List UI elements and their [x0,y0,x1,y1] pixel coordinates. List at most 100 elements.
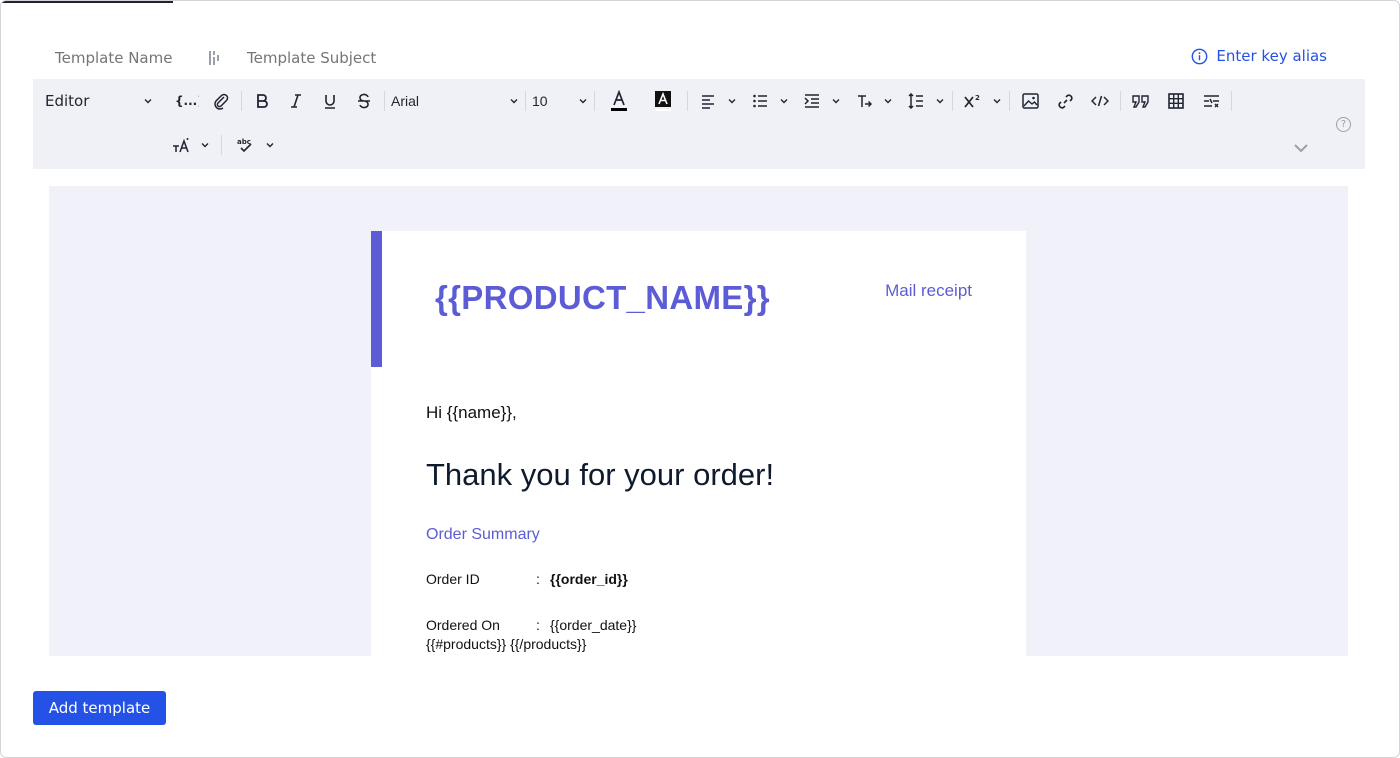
list-dropdown[interactable] [778,95,790,107]
template-name-input[interactable] [55,49,205,67]
chevron-down-icon [201,143,209,148]
spellcheck-button[interactable]: abc [232,131,260,159]
attachment-icon [214,93,229,110]
merge-field-icon: {...} [175,94,199,108]
text-color-button[interactable] [601,87,637,115]
background-color-button[interactable] [645,87,681,115]
toolbar-divider [1120,91,1121,111]
image-icon [1021,93,1039,109]
font-size-value: 10 [532,93,548,109]
align-icon [702,95,714,109]
clear-format-icon [1203,95,1219,108]
italic-button[interactable] [282,87,310,115]
spellcheck-icon: abc [237,138,252,153]
font-family-select[interactable]: Arial [391,93,519,109]
help-glyph: ? [1340,119,1347,130]
chevron-down-icon [266,143,274,148]
bullet-list-icon [753,94,767,108]
toolbar-divider [594,91,595,111]
editor-canvas[interactable]: {{PRODUCT_NAME}} Mail receipt Hi {{name}… [49,186,1348,656]
clear-format-button[interactable] [1197,87,1225,115]
underline-button[interactable] [316,87,344,115]
order-summary-title: Order Summary [426,526,540,543]
strikethrough-button[interactable] [350,87,378,115]
svg-text:abc: abc [237,138,251,146]
editor-toolbar: Editor {...} [33,79,1365,169]
email-preview[interactable]: {{PRODUCT_NAME}} Mail receipt Hi {{name}… [371,231,1026,656]
insert-image-button[interactable] [1016,87,1044,115]
chevron-down-icon [510,99,518,104]
order-id-row: Order ID : {{order_id}} [426,571,628,587]
chevron-down-icon [780,99,788,104]
font-size-select[interactable]: 10 [532,93,588,109]
top-accent-line [1,1,173,3]
product-name-heading: {{PRODUCT_NAME}} [435,279,770,316]
help-icon[interactable]: ? [1336,117,1351,132]
template-subject-input[interactable] [247,49,487,67]
superscript-dropdown[interactable] [991,95,1003,107]
bold-button[interactable] [248,87,276,115]
order-id-label: Order ID [426,571,480,587]
toolbar-divider [241,91,242,111]
toolbar-row-1: Editor {...} [45,83,1238,119]
align-dropdown[interactable] [726,95,738,107]
insert-link-button[interactable] [1051,87,1079,115]
mail-receipt-link[interactable]: Mail receipt [885,281,972,301]
indent-icon [804,94,819,108]
table-icon [1168,93,1184,109]
svg-text:2: 2 [975,94,980,102]
underline-icon [325,95,335,109]
merge-field-button[interactable]: {...} [173,87,201,115]
enter-key-alias-label: Enter key alias [1216,47,1327,65]
insert-table-button[interactable] [1162,87,1190,115]
text-direction-button[interactable] [850,87,878,115]
toolbar-divider [952,91,953,111]
indent-dropdown[interactable] [830,95,842,107]
toolbar-divider [384,91,385,111]
chevron-down-icon [832,99,840,104]
greeting-text: Hi {{name}}, [426,403,517,422]
toolbar-divider [1009,91,1010,111]
chevron-down-icon [936,99,944,104]
strikethrough-icon [358,93,370,109]
toolbar-divider [1231,91,1232,111]
chevron-down-icon [579,99,587,104]
ordered-on-value: {{order_date}} [550,617,637,633]
quote-button[interactable] [1127,87,1155,115]
chevron-down-icon [728,99,736,104]
add-template-button[interactable]: Add template [33,691,166,725]
template-header [55,45,487,71]
toolbar-divider [221,135,222,155]
bold-icon [257,94,268,108]
line-height-dropdown[interactable] [934,95,946,107]
chevron-down-icon [884,99,892,104]
ordered-on-row: Ordered On : {{order_date}} [426,617,636,633]
superscript-button[interactable]: 2 [959,87,987,115]
bullet-list-button[interactable] [746,87,774,115]
spellcheck-dropdown[interactable] [264,139,276,151]
text-case-button[interactable] [167,131,195,159]
info-icon [1192,48,1208,64]
collapse-toolbar-button[interactable] [1293,139,1309,158]
font-family-value: Arial [391,93,420,109]
headline-text: Thank you for your order! [426,457,775,492]
editor-mode-select[interactable]: Editor [45,92,153,110]
background-color-icon [655,91,671,111]
attachment-button[interactable] [207,87,235,115]
text-direction-dropdown[interactable] [882,95,894,107]
text-direction-icon [858,95,872,108]
indent-button[interactable] [798,87,826,115]
text-case-dropdown[interactable] [199,139,211,151]
line-height-button[interactable] [902,87,930,115]
align-button[interactable] [694,87,722,115]
editor-mode-label: Editor [45,92,90,110]
text-case-icon [173,138,189,153]
enter-key-alias-link[interactable]: Enter key alias [1191,47,1327,65]
toolbar-divider [687,91,688,111]
order-id-value: {{order_id}} [550,571,628,587]
products-loop-text: {{#products}} {{/products}} [426,636,587,652]
accent-bar [371,231,382,367]
insert-code-button[interactable] [1086,87,1114,115]
chevron-down-icon [144,99,152,104]
svg-text:{...}: {...} [175,94,199,108]
